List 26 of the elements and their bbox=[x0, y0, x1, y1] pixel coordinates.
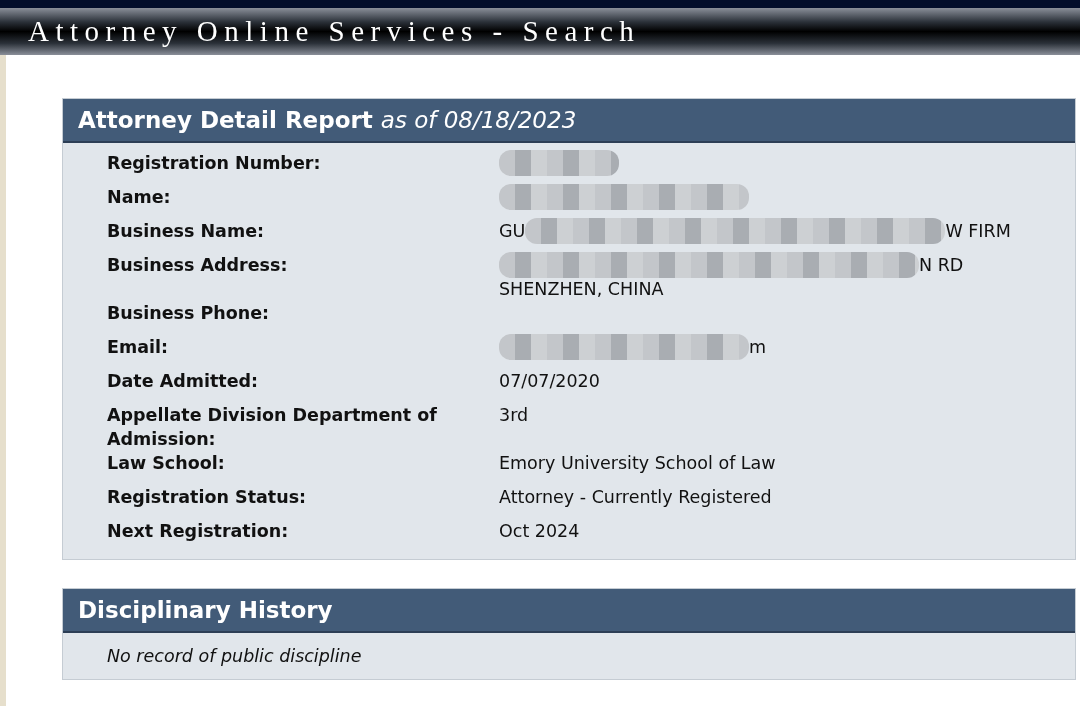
status-message: No record of public discipline bbox=[106, 645, 363, 668]
field-value: m bbox=[749, 336, 767, 359]
panel-header: Disciplinary History bbox=[63, 589, 1075, 633]
field-label: Registration Status: bbox=[107, 486, 308, 509]
field-value: GU bbox=[499, 220, 526, 243]
field-value: Attorney - Currently Registered bbox=[499, 486, 772, 509]
field-label: Business Phone: bbox=[107, 302, 271, 325]
field-label: Business Name: bbox=[107, 220, 266, 243]
field-value: 3rd bbox=[499, 404, 529, 427]
field-label: Name: bbox=[107, 186, 172, 209]
field-label: Date Admitted: bbox=[107, 370, 260, 393]
field-label: Appellate Division Department of Admission: bbox=[107, 404, 438, 451]
field-label: Next Registration: bbox=[107, 520, 290, 543]
field-value: Emory University School of Law bbox=[499, 452, 776, 475]
site-title: Attorney Online Services - Search bbox=[28, 17, 641, 46]
field-label: Law School: bbox=[107, 452, 226, 475]
report-date: as of 08/18/2023 bbox=[380, 107, 577, 133]
field-label: Business Address: bbox=[107, 254, 289, 277]
field-label: Email: bbox=[107, 336, 169, 359]
field-value: N RD bbox=[919, 254, 964, 277]
field-value: Oct 2024 bbox=[499, 520, 580, 543]
field-value: SHENZHEN, CHINA bbox=[499, 278, 664, 301]
field-value: 07/07/2020 bbox=[499, 370, 600, 393]
panel-title: Attorney Detail Report bbox=[78, 107, 373, 133]
field-value: W FIRM bbox=[945, 220, 1011, 243]
field-label: Registration Number: bbox=[107, 152, 322, 175]
